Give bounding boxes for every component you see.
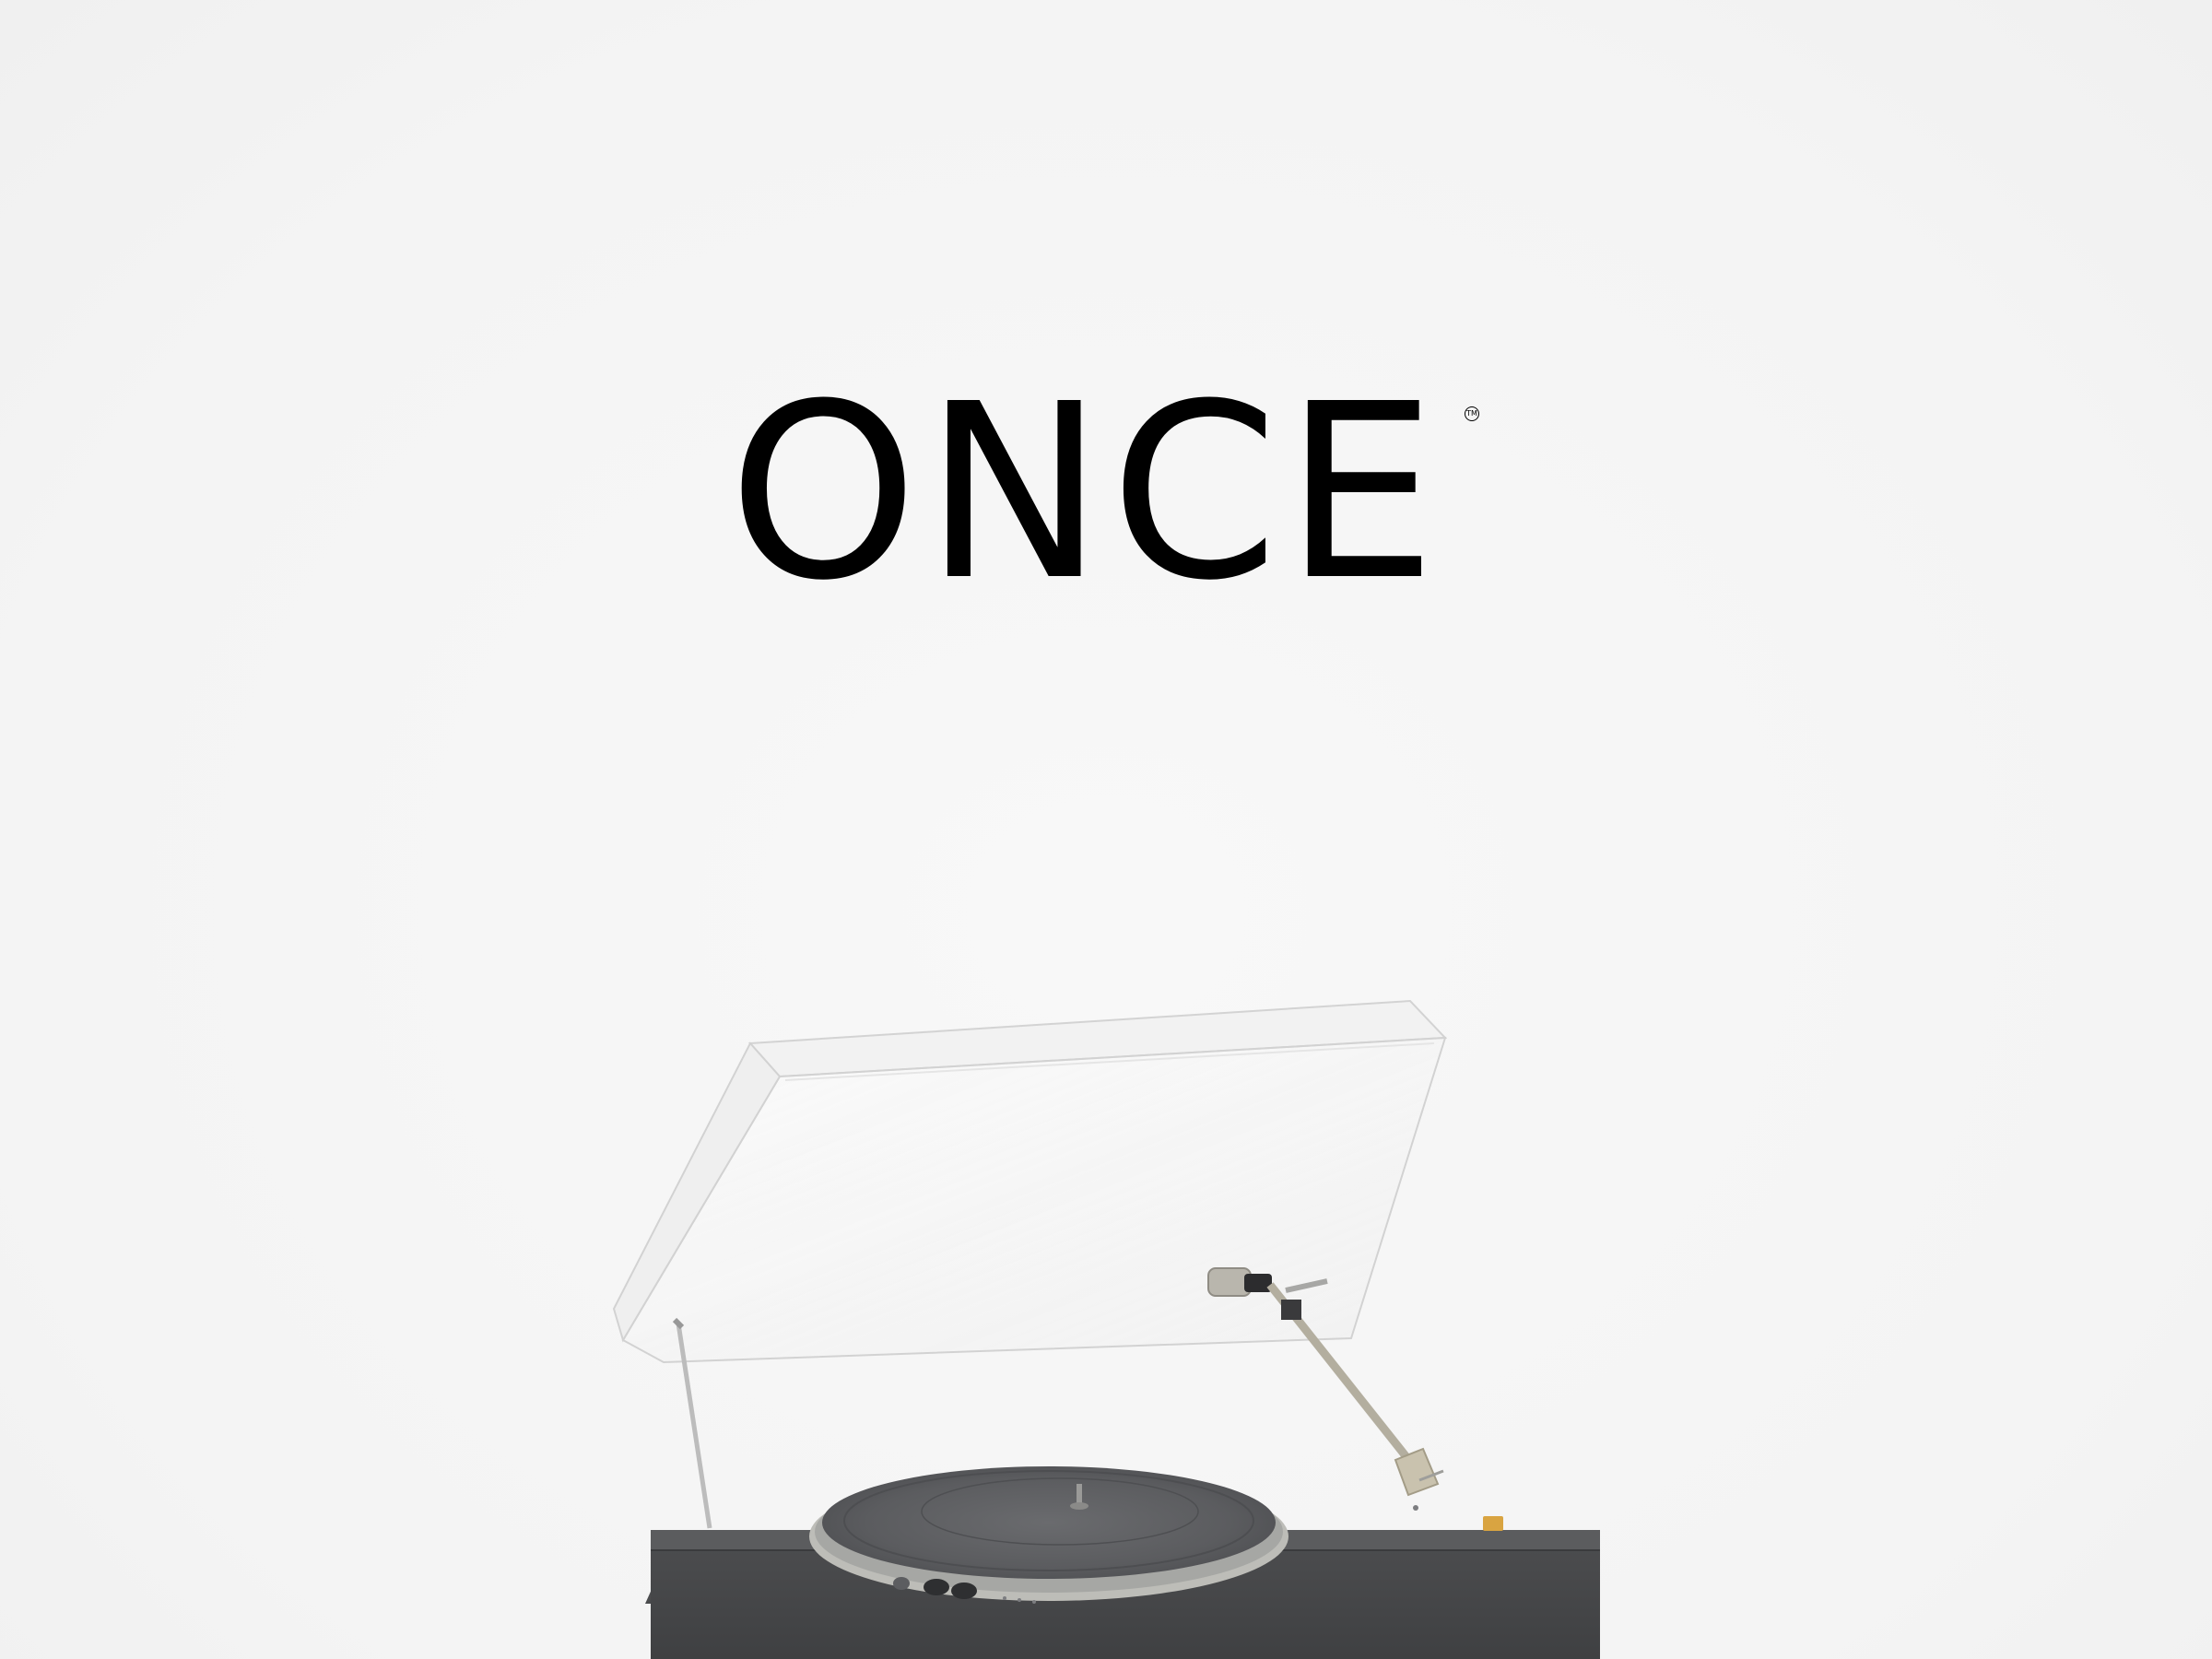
platter bbox=[809, 1466, 1288, 1601]
hero-stage: ONCE TM bbox=[0, 0, 2212, 1659]
turntable-image bbox=[612, 999, 1600, 1659]
dust-cover bbox=[612, 999, 1448, 1529]
